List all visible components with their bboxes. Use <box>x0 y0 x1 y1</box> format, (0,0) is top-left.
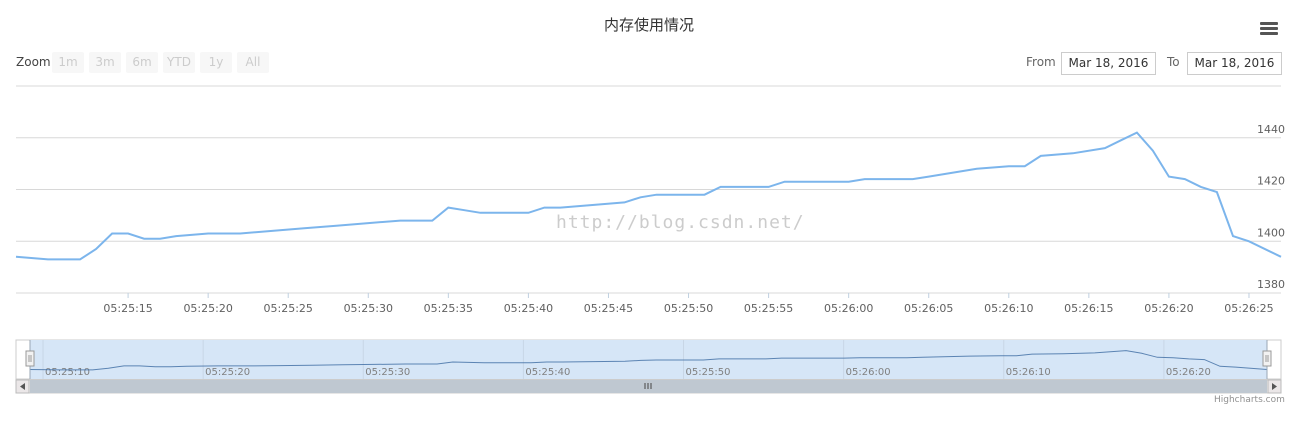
x-tick-label: 05:26:05 <box>904 302 953 315</box>
navigator-tick-label: 05:26:00 <box>846 367 891 378</box>
navigator-tick-label: 05:25:20 <box>205 367 250 378</box>
y-tick-label: 1400 <box>1257 226 1285 239</box>
x-tick-label: 05:26:25 <box>1224 302 1273 315</box>
x-tick-label: 05:25:15 <box>103 302 152 315</box>
series-line <box>15 131 1282 261</box>
y-tick-label: 1420 <box>1257 175 1285 188</box>
x-axis: 05:25:15 05:25:20 05:25:25 05:25:30 05:25:35… <box>103 293 1274 315</box>
drag-handle-icon[interactable] <box>25 350 35 367</box>
x-tick-label: 05:25:40 <box>504 302 553 315</box>
x-tick-label: 05:26:10 <box>984 302 1033 315</box>
chart-svg: 1380 1400 1420 1440 05:25:15 05:25:20 05:25:2… <box>15 85 1285 394</box>
navigator-tick-label: 05:26:20 <box>1166 367 1211 378</box>
arrow-left-icon[interactable] <box>15 379 30 394</box>
arrow-right-icon[interactable] <box>1267 379 1282 394</box>
credits-link[interactable]: Highcharts.com <box>1214 395 1285 405</box>
x-tick-label: 05:25:25 <box>264 302 313 315</box>
x-tick-label: 05:26:20 <box>1144 302 1193 315</box>
x-tick-label: 05:25:20 <box>183 302 232 315</box>
navigator-tick-label: 05:25:50 <box>686 367 731 378</box>
x-tick-label: 05:25:30 <box>344 302 393 315</box>
y-axis: 1380 1400 1420 1440 <box>1257 123 1285 291</box>
navigator-tick-label: 05:25:40 <box>525 367 570 378</box>
x-tick-label: 05:26:15 <box>1064 302 1113 315</box>
x-tick-label: 05:25:50 <box>664 302 713 315</box>
x-tick-label: 05:25:55 <box>744 302 793 315</box>
x-tick-label: 05:25:45 <box>584 302 633 315</box>
x-tick-label: 05:26:00 <box>824 302 873 315</box>
navigator-tick-label: 05:25:10 <box>45 367 90 378</box>
x-tick-label: 05:25:35 <box>424 302 473 315</box>
drag-handle-icon[interactable] <box>1262 350 1272 367</box>
watermark-text: http://blog.csdn.net/ <box>556 212 805 233</box>
y-tick-label: 1380 <box>1257 278 1285 291</box>
navigator-tick-label: 05:25:30 <box>365 367 410 378</box>
navigator-tick-label: 05:26:10 <box>1006 367 1051 378</box>
y-tick-label: 1440 <box>1257 123 1285 136</box>
